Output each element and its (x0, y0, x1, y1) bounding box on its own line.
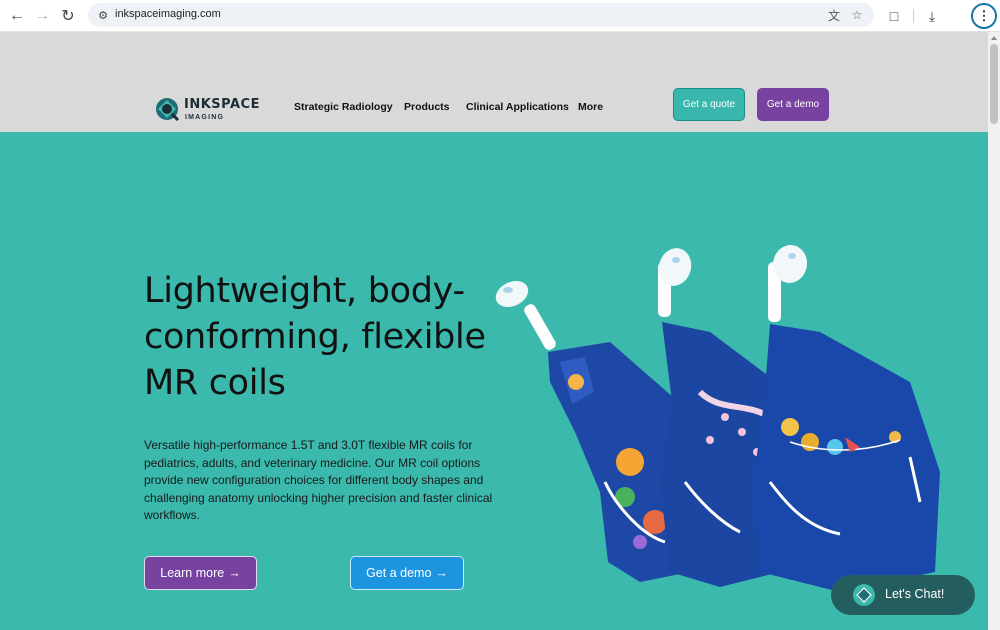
nav-products[interactable]: Products (404, 101, 450, 113)
menu-icon[interactable]: ⋮ (971, 3, 997, 29)
inkspace-logo[interactable]: INKSPACE IMAGING (154, 94, 264, 124)
lets-chat-button[interactable]: Let's Chat! (831, 575, 975, 615)
browser-toolbar: ← → ↻ ⚙ inkspaceimaging.com 文 ☆ □ ⤓ ⋮ (0, 0, 1000, 32)
arrow-right-icon: → (435, 566, 448, 580)
forward-icon[interactable]: → (31, 5, 53, 27)
left-infant-feet (495, 280, 556, 350)
logo-sub: IMAGING (185, 114, 225, 121)
middle-infant-feet (658, 248, 692, 317)
right-infant-feet (768, 245, 808, 322)
chat-label: Let's Chat! (885, 587, 945, 601)
learn-more-label: Learn more (160, 566, 225, 580)
page-scrollbar[interactable] (988, 32, 1000, 630)
hero-demo-label: Get a demo (366, 566, 432, 580)
bookmark-star-icon[interactable]: ☆ (848, 6, 866, 24)
mr-coil-product-image (495, 245, 940, 592)
site-info-icon[interactable]: ⚙ (94, 6, 112, 24)
nav-clinical-applications[interactable]: Clinical Applications (466, 101, 569, 113)
reload-icon[interactable]: ↻ (57, 5, 79, 27)
extensions-icon[interactable]: □ (883, 5, 905, 27)
hero-section: Lightweight, body-conforming, flexible M… (0, 132, 988, 630)
toolbar-divider (913, 9, 914, 23)
back-icon[interactable]: ← (6, 5, 28, 27)
logo-word: INKSPACE (184, 97, 260, 112)
address-bar[interactable]: ⚙ inkspaceimaging.com 文 ☆ (88, 3, 874, 27)
arrow-right-icon: → (228, 566, 241, 580)
hero-description: Versatile high-performance 1.5T and 3.0T… (144, 438, 493, 522)
header-get-demo-button[interactable]: Get a demo (757, 88, 829, 121)
logo-mark-icon (156, 98, 180, 122)
scroll-thumb[interactable] (990, 44, 998, 124)
get-quote-button[interactable]: Get a quote (673, 88, 745, 121)
hero-get-demo-button[interactable]: Get a demo → (350, 556, 464, 590)
page-viewport: INKSPACE IMAGING Strategic Radiology Pro… (0, 32, 988, 630)
right-coil-blanket (752, 324, 940, 592)
nav-strategic-radiology[interactable]: Strategic Radiology (294, 101, 393, 113)
chat-icon (853, 584, 875, 606)
nav-more[interactable]: More (578, 101, 603, 113)
translate-icon[interactable]: 文 (825, 6, 843, 24)
url-text[interactable]: inkspaceimaging.com (115, 8, 221, 20)
scroll-up-icon[interactable] (991, 36, 997, 40)
site-header: INKSPACE IMAGING Strategic Radiology Pro… (0, 32, 988, 132)
download-icon[interactable]: ⤓ (921, 5, 943, 27)
learn-more-button[interactable]: Learn more → (144, 556, 257, 590)
hero-headline: Lightweight, body-conforming, flexible M… (144, 271, 486, 403)
